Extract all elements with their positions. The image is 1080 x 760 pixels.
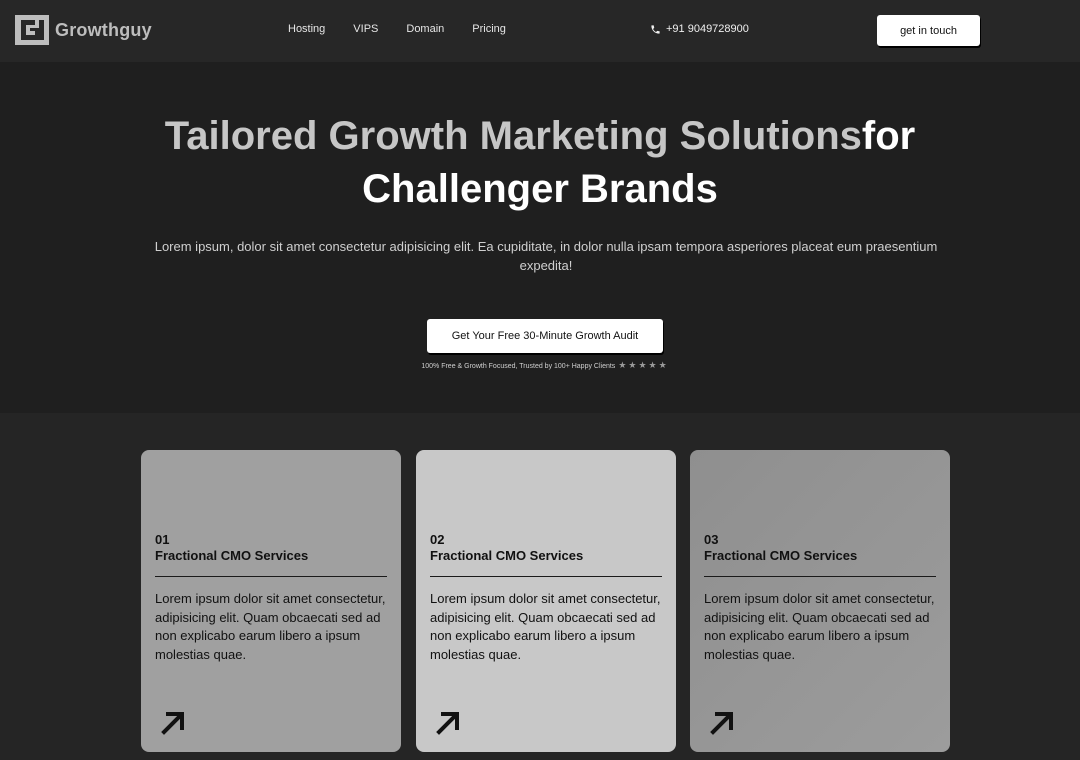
nav-link-hosting[interactable]: Hosting [288, 23, 325, 35]
card-number: 02 [430, 532, 445, 547]
services-section: 01 Fractional CMO Services Lorem ipsum d… [0, 413, 1080, 760]
card-divider [704, 576, 936, 577]
logo-mark-icon [15, 15, 49, 45]
card-description: Lorem ipsum dolor sit amet consectetur, … [155, 591, 386, 662]
logo[interactable]: Growthguy [15, 15, 152, 45]
rating-stars-icon: ★★★★★ [618, 360, 669, 370]
top-navbar: Growthguy Hosting VIPS Domain Pricing +9… [0, 0, 1080, 62]
card-divider [430, 576, 662, 577]
headline-strong-brands: Challenger Brands [362, 167, 718, 211]
logo-text: Growthguy [55, 19, 152, 40]
card-description: Lorem ipsum dolor sit amet consectetur, … [430, 591, 661, 662]
hero-subtitle: Lorem ipsum, dolor sit amet consectetur … [154, 239, 938, 273]
growth-audit-button[interactable]: Get Your Free 30-Minute Growth Audit [427, 319, 663, 353]
trust-text: 100% Free & Growth Focused, Trusted by 1… [421, 363, 616, 370]
headline-muted: Tailored Growth Marketing Solutions [164, 114, 862, 158]
headline-strong-for: for [861, 114, 916, 158]
phone-icon [651, 24, 660, 34]
get-in-touch-button[interactable]: get in touch [877, 15, 980, 46]
service-card-2[interactable]: 02 Fractional CMO Services Lorem ipsum d… [416, 450, 676, 752]
phone-contact[interactable]: +91 9049728900 [650, 23, 749, 35]
main-menu: Hosting VIPS Domain Pricing [288, 23, 534, 35]
card-title: Fractional CMO Services [704, 548, 858, 563]
card-title: Fractional CMO Services [155, 548, 309, 563]
card-number: 03 [704, 532, 719, 547]
hero-headline: Tailored Growth Marketing Solutionsfor C… [0, 110, 1080, 216]
nav-link-domain[interactable]: Domain [406, 23, 444, 35]
card-number: 01 [155, 532, 170, 547]
arrow-up-right-icon[interactable] [434, 708, 462, 736]
card-title: Fractional CMO Services [430, 548, 584, 563]
arrow-up-right-icon[interactable] [708, 708, 736, 736]
arrow-up-right-icon[interactable] [159, 708, 187, 736]
phone-number: +91 9049728900 [666, 23, 749, 35]
hero-section: Tailored Growth Marketing Solutionsfor C… [0, 62, 1080, 413]
nav-link-pricing[interactable]: Pricing [472, 23, 506, 35]
service-card-1[interactable]: 01 Fractional CMO Services Lorem ipsum d… [141, 450, 401, 752]
service-card-3[interactable]: 03 Fractional CMO Services Lorem ipsum d… [690, 450, 950, 752]
card-divider [155, 576, 387, 577]
nav-link-vips[interactable]: VIPS [353, 23, 378, 35]
card-description: Lorem ipsum dolor sit amet consectetur, … [704, 591, 935, 662]
trust-line: 100% Free & Growth Focused, Trusted by 1… [0, 360, 1080, 371]
